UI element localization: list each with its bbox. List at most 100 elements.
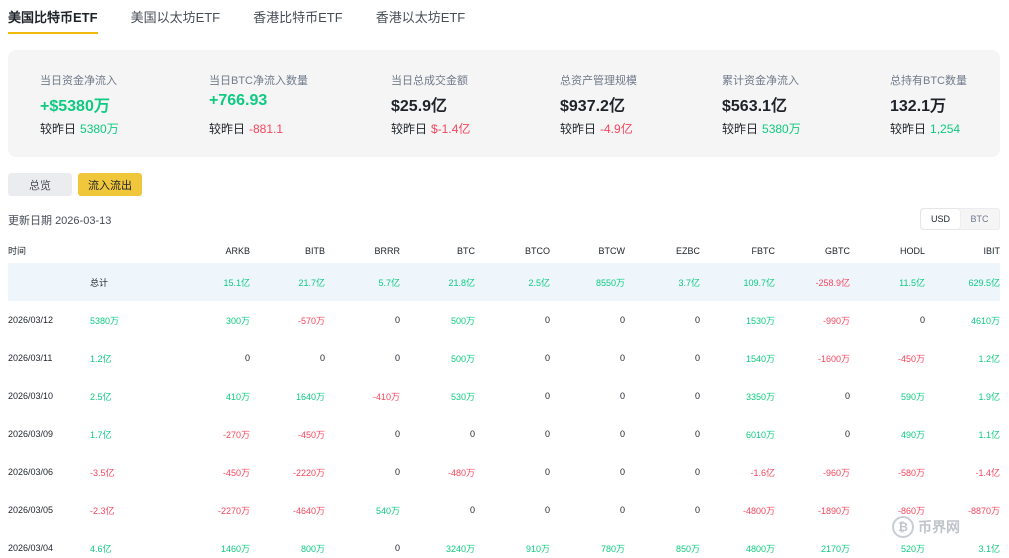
etf-tabs: 美国比特币ETF 美国以太坊ETF 香港比特币ETF 香港以太坊ETF [8,0,498,34]
column-header: BRRR [374,245,400,256]
table-cell: -450万 [222,467,250,478]
table-cell: 500万 [450,353,475,364]
table-cell: 0 [619,467,625,477]
bitcoin-coin-icon: ₿ [892,516,914,538]
table-cell: 1640万 [295,391,325,402]
table-cell: 0 [619,353,625,363]
table-row: 2026/03/09 1.7亿 -270万 -450万 0 0 0 0 0 6010万 0 490万 1… [8,415,1000,453]
table-cell: 0 [694,315,700,325]
table-cell: 0 [619,391,625,401]
table-row: 2026/03/04 4.6亿 1460万 800万 0 3240万 910万 780万 850… [8,529,1000,558]
table-cell: 1.2亿 [978,353,1000,364]
row-date: 2026/03/05 [8,505,54,515]
column-header: BTCW [598,245,626,256]
row-net-flow: 2.5亿 [90,391,112,402]
table-row: 2026/03/12 5380万 300万 -570万 0 500万 0 0 0 1530万 -99… [8,301,1000,339]
column-header: EZBC [675,245,700,256]
table-cell: 1.1亿 [978,429,1000,440]
tab-0[interactable]: 美国比特币ETF [8,0,98,34]
table-cell: 0 [619,429,625,439]
total-cell: 11.5亿 [899,277,925,288]
tab-1[interactable]: 美国以太坊ETF [131,0,221,34]
table-cell: 0 [469,505,475,515]
stat-comparison-value: 5380万 [762,122,801,136]
table-cell: -450万 [297,429,325,440]
table-cell: 0 [694,391,700,401]
total-cell: 109.7亿 [743,277,775,288]
table-cell: 0 [619,315,625,325]
table-cell: 1.9亿 [978,391,1000,402]
stat-comparison: 较昨日 1,254 [890,120,960,137]
unit-btc[interactable]: BTC [960,209,999,229]
table-cell: 0 [544,315,550,325]
unit-usd[interactable]: USD [921,209,960,229]
table-cell: 0 [919,315,925,325]
row-net-flow: 1.2亿 [90,353,112,364]
stat-value: $25.9亿 [391,98,448,115]
table-cell: 800万 [300,543,325,554]
table-cell: 500万 [450,315,475,326]
table-cell: 0 [694,429,700,439]
table-cell: 0 [394,429,400,439]
table-cell: 0 [394,543,400,553]
table-cell: -480万 [447,467,475,478]
stat-comparison: 较昨日 $-1.4亿 [391,120,470,137]
table-cell: 0 [844,391,850,401]
stat-comparison: 较昨日 5380万 [722,120,801,137]
table-cell: 0 [319,353,325,363]
table-cell: 0 [394,353,400,363]
table-row: 2026/03/10 2.5亿 410万 1640万 -410万 530万 0 0 0 3350万… [8,377,1000,415]
table-cell: 3240万 [445,543,475,554]
table-cell: -2270万 [217,505,250,516]
row-date: 2026/03/10 [8,391,54,401]
total-cell: 3.7亿 [678,277,700,288]
stat-comparison-value: -881.1 [249,122,284,136]
row-date: 2026/03/06 [8,467,54,477]
total-cell: 15.1亿 [223,277,250,288]
table-cell: 780万 [600,543,625,554]
total-cell: 8550万 [595,277,625,288]
table-header-row: 时间 ARKB BITB BRRR BTC BTCO BTCW EZBC FBTC GBTC HOD… [8,238,1000,263]
row-net-flow: 5380万 [90,315,120,326]
overview-button[interactable]: 总览 [8,173,72,196]
column-header: FBTC [751,245,776,256]
table-cell: 3350万 [745,391,775,402]
unit-toggle: USD BTC [920,208,1000,230]
stat-comparison-value: $-1.4亿 [431,122,471,136]
table-cell: -1890万 [817,505,850,516]
column-header: BTC [457,245,475,256]
watermark-text: 币界网 [918,519,960,535]
update-date-value: 2026-03-13 [55,215,112,227]
table-cell: -4800万 [742,505,775,516]
stat-label: 当日资金净流入 [40,75,117,87]
stat-value: 132.1万 [890,98,947,115]
table-cell: 0 [694,353,700,363]
table-cell: 410万 [225,391,250,402]
table-cell: -580万 [897,467,925,478]
table-cell: 1540万 [745,353,775,364]
stat-comparison: 较昨日 -4.9亿 [560,120,633,137]
table-cell: 4800万 [745,543,775,554]
tab-2[interactable]: 香港比特币ETF [253,0,343,34]
table-total-row: 总计 15.1亿 21.7亿 5.7亿 21.8亿 2.5亿 8550万 3.7亿 109.7亿… [8,263,1000,301]
table-cell: -2220万 [292,467,325,478]
flow-button[interactable]: 流入流出 [78,173,142,196]
total-cell: 5.7亿 [378,277,400,288]
stat-label: 当日BTC净流入数量 [209,75,308,87]
table-cell: -990万 [822,315,850,326]
row-net-flow: 4.6亿 [90,543,112,554]
table-cell: 530万 [450,391,475,402]
table-row: 2026/03/05 -2.3亿 -2270万 -4640万 540万 0 0 0 0 -4800… [8,491,1000,529]
table-cell: 540万 [375,505,400,516]
total-cell: 21.8亿 [448,277,475,288]
row-date: 2026/03/04 [8,543,54,553]
update-date: 更新日期 2026-03-13 [8,212,111,228]
stat-label: 累计资金净流入 [722,75,799,87]
table-cell: 0 [694,467,700,477]
table-row: 2026/03/06 -3.5亿 -450万 -2220万 0 -480万 0 0 0 -1.6亿… [8,453,1000,491]
column-header: 时间 [8,246,27,256]
table-cell: 850万 [675,543,700,554]
tab-3[interactable]: 香港以太坊ETF [376,0,466,34]
table-cell: -960万 [822,467,850,478]
stat-comparison-label: 较昨日 [40,122,77,136]
